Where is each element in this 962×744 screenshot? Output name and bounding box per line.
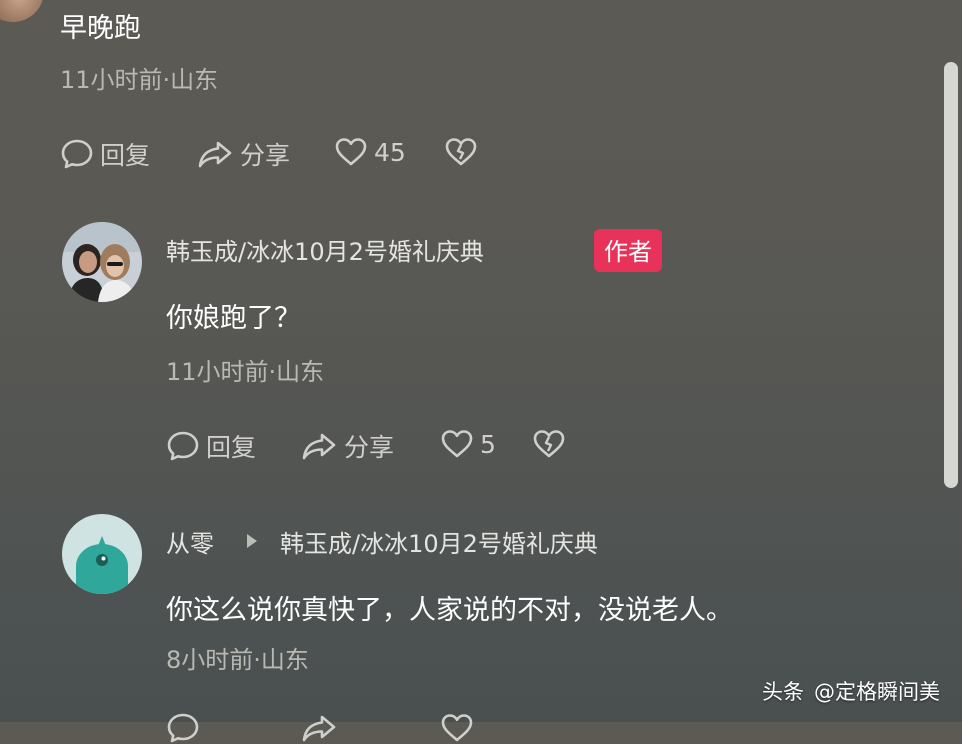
reply-label: 回复 bbox=[206, 433, 257, 462]
comment-text: 早晚跑 bbox=[60, 13, 141, 44]
comment-text: 你娘跑了？ bbox=[166, 303, 301, 334]
broken-heart-icon bbox=[445, 138, 477, 166]
heart-icon bbox=[335, 138, 367, 166]
comment-text: 你这么说你真快了，人家说的不对，没说老人。 bbox=[166, 595, 733, 626]
dislike-button[interactable] bbox=[532, 428, 566, 460]
scrollbar[interactable] bbox=[944, 62, 958, 488]
dislike-button[interactable] bbox=[444, 136, 478, 168]
watermark: 头条 @定格瞬间美 bbox=[762, 676, 940, 706]
share-label: 分享 bbox=[344, 433, 395, 462]
share-button[interactable]: 分享 bbox=[300, 428, 394, 464]
comment-icon bbox=[167, 431, 199, 461]
avatar[interactable] bbox=[0, 0, 44, 22]
reply-label: 回复 bbox=[100, 141, 151, 170]
avatar-image bbox=[62, 514, 142, 594]
watermark-account: @定格瞬间美 bbox=[814, 680, 940, 704]
comment-author[interactable]: 韩玉成/冰冰10月2号婚礼庆典 bbox=[166, 232, 484, 267]
share-button[interactable] bbox=[300, 712, 338, 744]
share-icon bbox=[198, 141, 232, 168]
author-avatar[interactable] bbox=[62, 222, 142, 302]
author-photo bbox=[62, 222, 142, 302]
avatar[interactable] bbox=[62, 514, 142, 594]
reply-button[interactable]: 回复 bbox=[166, 428, 256, 464]
broken-heart-icon bbox=[533, 430, 565, 458]
heart-icon bbox=[441, 714, 473, 742]
watermark-source: 头条 bbox=[762, 680, 804, 704]
comment-meta: 11小时前·山东 bbox=[60, 66, 219, 94]
author-badge: 作者 bbox=[594, 229, 662, 272]
comment-meta: 8小时前·山东 bbox=[166, 646, 309, 674]
share-button[interactable]: 分享 bbox=[196, 136, 290, 172]
like-count: 5 bbox=[480, 429, 496, 459]
reply-arrow-icon bbox=[247, 534, 257, 548]
comment-meta: 11小时前·山东 bbox=[166, 358, 325, 386]
heart-icon bbox=[441, 430, 473, 458]
reply-to-name[interactable]: 韩玉成/冰冰10月2号婚礼庆典 bbox=[280, 524, 598, 559]
share-icon bbox=[302, 715, 336, 742]
comment-author[interactable]: 从零 bbox=[166, 524, 214, 559]
reply-button[interactable] bbox=[166, 712, 200, 744]
share-label: 分享 bbox=[240, 141, 291, 170]
comment-icon bbox=[167, 713, 199, 743]
reply-button[interactable]: 回复 bbox=[60, 136, 150, 172]
like-button[interactable]: 45 bbox=[334, 136, 406, 168]
comment-icon bbox=[61, 139, 93, 169]
like-button[interactable] bbox=[440, 712, 474, 744]
share-icon bbox=[302, 433, 336, 460]
like-button[interactable]: 5 bbox=[440, 428, 496, 460]
like-count: 45 bbox=[374, 137, 406, 167]
